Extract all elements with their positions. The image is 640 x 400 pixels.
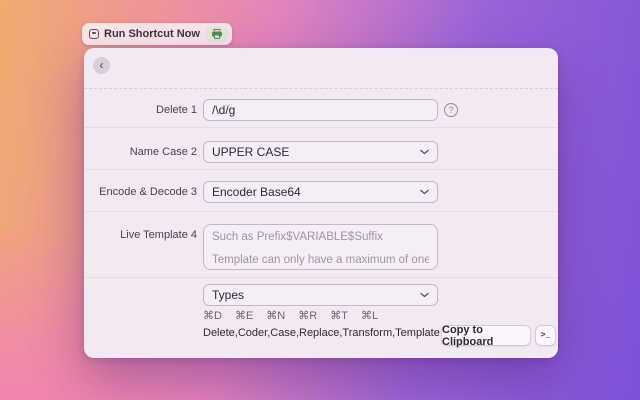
chevron-down-icon <box>420 149 429 155</box>
chevron-down-icon <box>420 189 429 195</box>
name-case-value: UPPER CASE <box>212 145 290 159</box>
encode-decode-value: Encoder Base64 <box>212 185 301 199</box>
chevron-down-icon <box>420 292 429 298</box>
shortcut-hints: ⌘D ⌘E ⌘N ⌘R ⌘T ⌘L <box>203 309 378 322</box>
shortcut-key: ⌘R <box>298 310 318 322</box>
copy-to-clipboard-button[interactable]: Copy to Clipboard <box>441 324 531 348</box>
run-shortcut-label: Run Shortcut Now <box>104 28 200 40</box>
delete-label: Delete 1 <box>156 104 197 116</box>
encode-decode-select[interactable]: Encoder Base64 <box>203 181 438 203</box>
template-hint: Template can only have a maximum of one … <box>212 254 429 266</box>
printer-icon <box>211 29 222 39</box>
template-placeholder: Such as Prefix$VARIABLE$Suffix <box>212 231 383 243</box>
shortcut-key: ⌘L <box>360 310 379 322</box>
shortcut-key: ⌘N <box>266 310 286 322</box>
shortcut-app-icon <box>89 29 99 39</box>
shortcut-key: ⌘D <box>203 310 222 322</box>
live-template-label: Live Template 4 <box>120 229 197 241</box>
shortcut-key: ⌘T <box>330 310 348 322</box>
types-value: Types <box>212 288 245 302</box>
terminal-button[interactable]: >_ <box>535 325 556 346</box>
row-divider <box>84 211 558 212</box>
print-button[interactable] <box>204 26 229 42</box>
shortcut-key: ⌘E <box>234 310 254 322</box>
header-divider <box>84 88 558 89</box>
delete-regex-input[interactable] <box>203 99 438 121</box>
shortcut-window: ‹ Delete 1 ? Name Case 2 UPPER CASE Enco… <box>84 48 558 358</box>
live-template-textarea[interactable]: Such as Prefix$VARIABLE$Suffix Template … <box>203 224 438 270</box>
name-case-select[interactable]: UPPER CASE <box>203 141 438 163</box>
row-divider <box>84 127 558 128</box>
name-case-label: Name Case 2 <box>129 146 197 158</box>
row-divider <box>84 277 558 278</box>
result-text: Delete,Coder,Case,Replace,Transform,Temp… <box>203 327 440 339</box>
types-select[interactable]: Types <box>203 284 438 306</box>
row-divider <box>84 169 558 170</box>
help-icon[interactable]: ? <box>444 103 458 117</box>
back-button[interactable]: ‹ <box>93 57 110 74</box>
run-shortcut-pill[interactable]: Run Shortcut Now <box>82 23 232 45</box>
encode-decode-label: Encode & Decode 3 <box>99 186 197 198</box>
